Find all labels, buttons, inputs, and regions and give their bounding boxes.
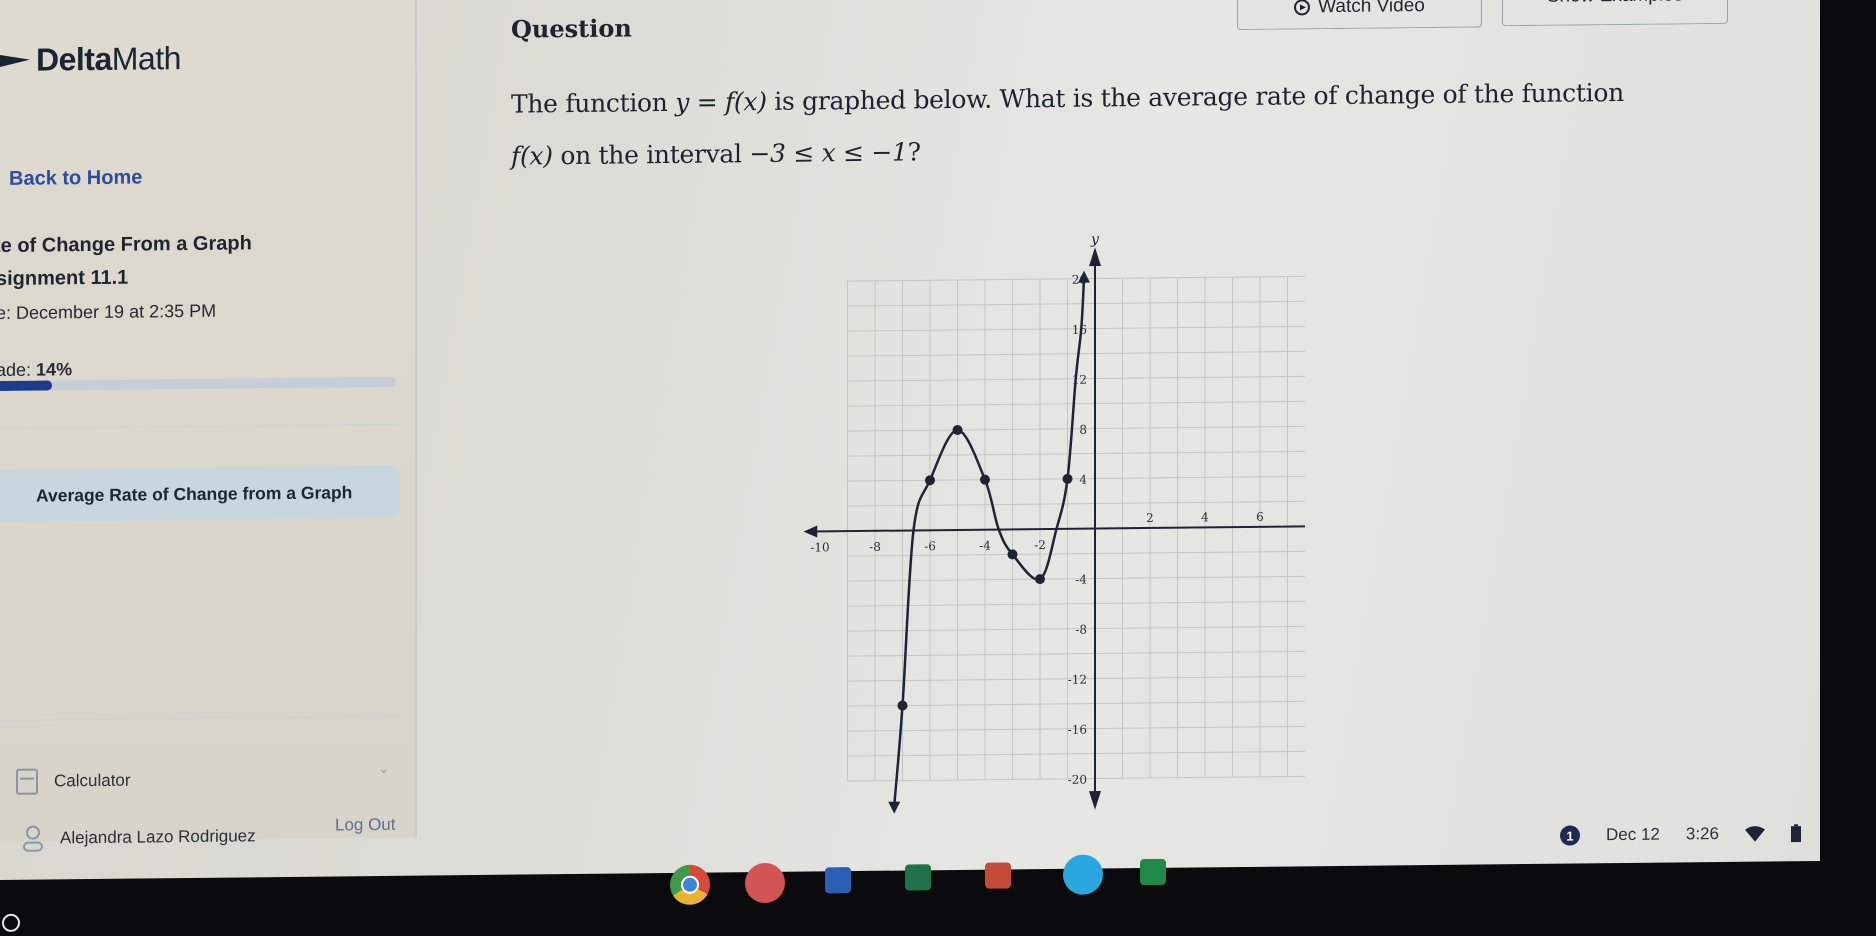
skill-item-average-rate[interactable]: Average Rate of Change from a Graph — [0, 465, 400, 522]
calculator-label: Calculator — [54, 770, 131, 791]
y-axis-arrow — [1089, 790, 1101, 810]
assignment-subtitle: signment 11.1 — [0, 266, 129, 291]
main-content: Question Watch Video Show Examples The f… — [415, 0, 1820, 838]
x-tick-label: -4 — [979, 539, 991, 553]
excel-icon[interactable] — [905, 864, 931, 891]
math-expression: f(x) — [511, 141, 553, 171]
skill-item-label: Average Rate of Change from a Graph — [36, 481, 353, 506]
watch-video-label: Watch Video — [1318, 0, 1425, 18]
y-tick-label: -8 — [1075, 623, 1087, 637]
user-name: Alejandra Lazo Rodriguez — [60, 826, 256, 848]
logout-link[interactable]: Log Out — [335, 815, 396, 836]
data-point — [1035, 574, 1045, 585]
grade-progress-fill — [0, 380, 52, 392]
logo-text: DeltaMath — [36, 40, 181, 78]
grid-line-horizontal — [847, 500, 1305, 507]
x-tick-label: -2 — [1034, 538, 1046, 552]
watch-video-button[interactable]: Watch Video — [1237, 0, 1482, 31]
y-axis-arrow — [1089, 247, 1101, 267]
data-point — [1062, 473, 1073, 484]
assignment-title: te of Change From a Graph — [0, 232, 252, 258]
calculator-button[interactable]: Calculator — [16, 768, 131, 795]
data-point — [925, 475, 935, 486]
classroom-icon[interactable] — [1140, 858, 1166, 885]
powerpoint-icon[interactable] — [985, 862, 1011, 889]
y-tick-label: -16 — [1068, 723, 1087, 737]
curve-arrow — [888, 801, 901, 814]
brain-app-icon[interactable] — [745, 862, 785, 903]
time-display: 3:26 — [1685, 823, 1719, 844]
show-examples-label: Show Examples — [1547, 0, 1683, 8]
grid-line-horizontal — [847, 450, 1305, 457]
question-line-2: f(x) on the interval −3 ≤ x ≤ −1? — [511, 137, 921, 171]
notification-badge[interactable]: 1 — [1560, 825, 1580, 846]
screencast-icon[interactable] — [1063, 854, 1103, 895]
word-icon[interactable] — [825, 866, 851, 893]
grid-line-horizontal — [847, 350, 1305, 357]
x-tick-label: -10 — [810, 540, 829, 554]
due-date: e: December 19 at 2:35 PM — [0, 300, 217, 324]
y-tick-label: 4 — [1079, 473, 1087, 487]
question-text: The function y = f(x) is graphed below. … — [511, 66, 1711, 183]
system-tray[interactable]: 1 Dec 12 3:26 — [1560, 823, 1801, 846]
grid-line-horizontal — [847, 550, 1305, 557]
y-tick-label: 8 — [1079, 423, 1087, 437]
grid-line-horizontal — [847, 600, 1305, 607]
show-examples-button[interactable]: Show Examples — [1502, 0, 1728, 27]
x-tick-label: 2 — [1146, 511, 1154, 525]
y-tick-label: 16 — [1072, 323, 1087, 337]
grade-label: ade: 14% — [0, 359, 73, 381]
function-graph: xy-10-8-6-4-2246810-20-16-12-8-448121620 — [803, 231, 1305, 814]
wifi-icon — [1744, 826, 1765, 842]
divider — [0, 715, 400, 721]
x-tick-label: -8 — [869, 540, 881, 554]
data-point — [980, 474, 990, 485]
user-icon — [23, 825, 43, 852]
grid-line-horizontal — [847, 300, 1305, 307]
battery-icon — [1790, 824, 1801, 843]
grade-value: 14% — [36, 359, 73, 380]
calculator-icon — [16, 768, 38, 795]
grid-line-horizontal — [847, 750, 1305, 757]
sidebar: DeltaMath Back to Home te of Change From… — [0, 0, 417, 852]
data-point — [897, 700, 908, 711]
screen: DeltaMath Back to Home te of Change From… — [0, 0, 1820, 932]
math-expression: y = f(x) — [675, 86, 767, 117]
user-profile: Alejandra Lazo Rodriguez — [22, 822, 256, 852]
grid-line-horizontal — [847, 400, 1305, 407]
grid-line-horizontal — [847, 475, 1305, 482]
x-tick-label: 4 — [1201, 510, 1209, 524]
play-icon — [1294, 0, 1311, 16]
y-tick-label: -12 — [1068, 673, 1087, 687]
data-point — [952, 424, 963, 435]
grid-line-horizontal — [847, 650, 1305, 657]
launcher-icon[interactable] — [2, 913, 20, 932]
x-tick-label: 6 — [1256, 510, 1264, 524]
back-to-home-link[interactable]: Back to Home — [9, 167, 142, 191]
grid-line-horizontal — [847, 425, 1305, 432]
graduation-cap-icon — [0, 54, 30, 67]
math-interval: −3 ≤ x ≤ −1 — [749, 137, 908, 169]
divider — [0, 423, 400, 429]
question-heading: Question — [511, 13, 632, 44]
chevron-down-icon[interactable]: ⌄ — [378, 760, 390, 777]
deltamath-logo[interactable]: DeltaMath — [0, 40, 181, 79]
y-axis-label: y — [1090, 231, 1100, 247]
y-tick-label: -20 — [1068, 773, 1087, 787]
x-tick-label: -6 — [924, 539, 936, 553]
date-display: Dec 12 — [1606, 824, 1660, 845]
y-tick-label: -4 — [1075, 573, 1087, 587]
x-axis-arrow — [803, 525, 818, 538]
grid-line-horizontal — [847, 700, 1305, 707]
chrome-icon[interactable] — [670, 864, 710, 905]
